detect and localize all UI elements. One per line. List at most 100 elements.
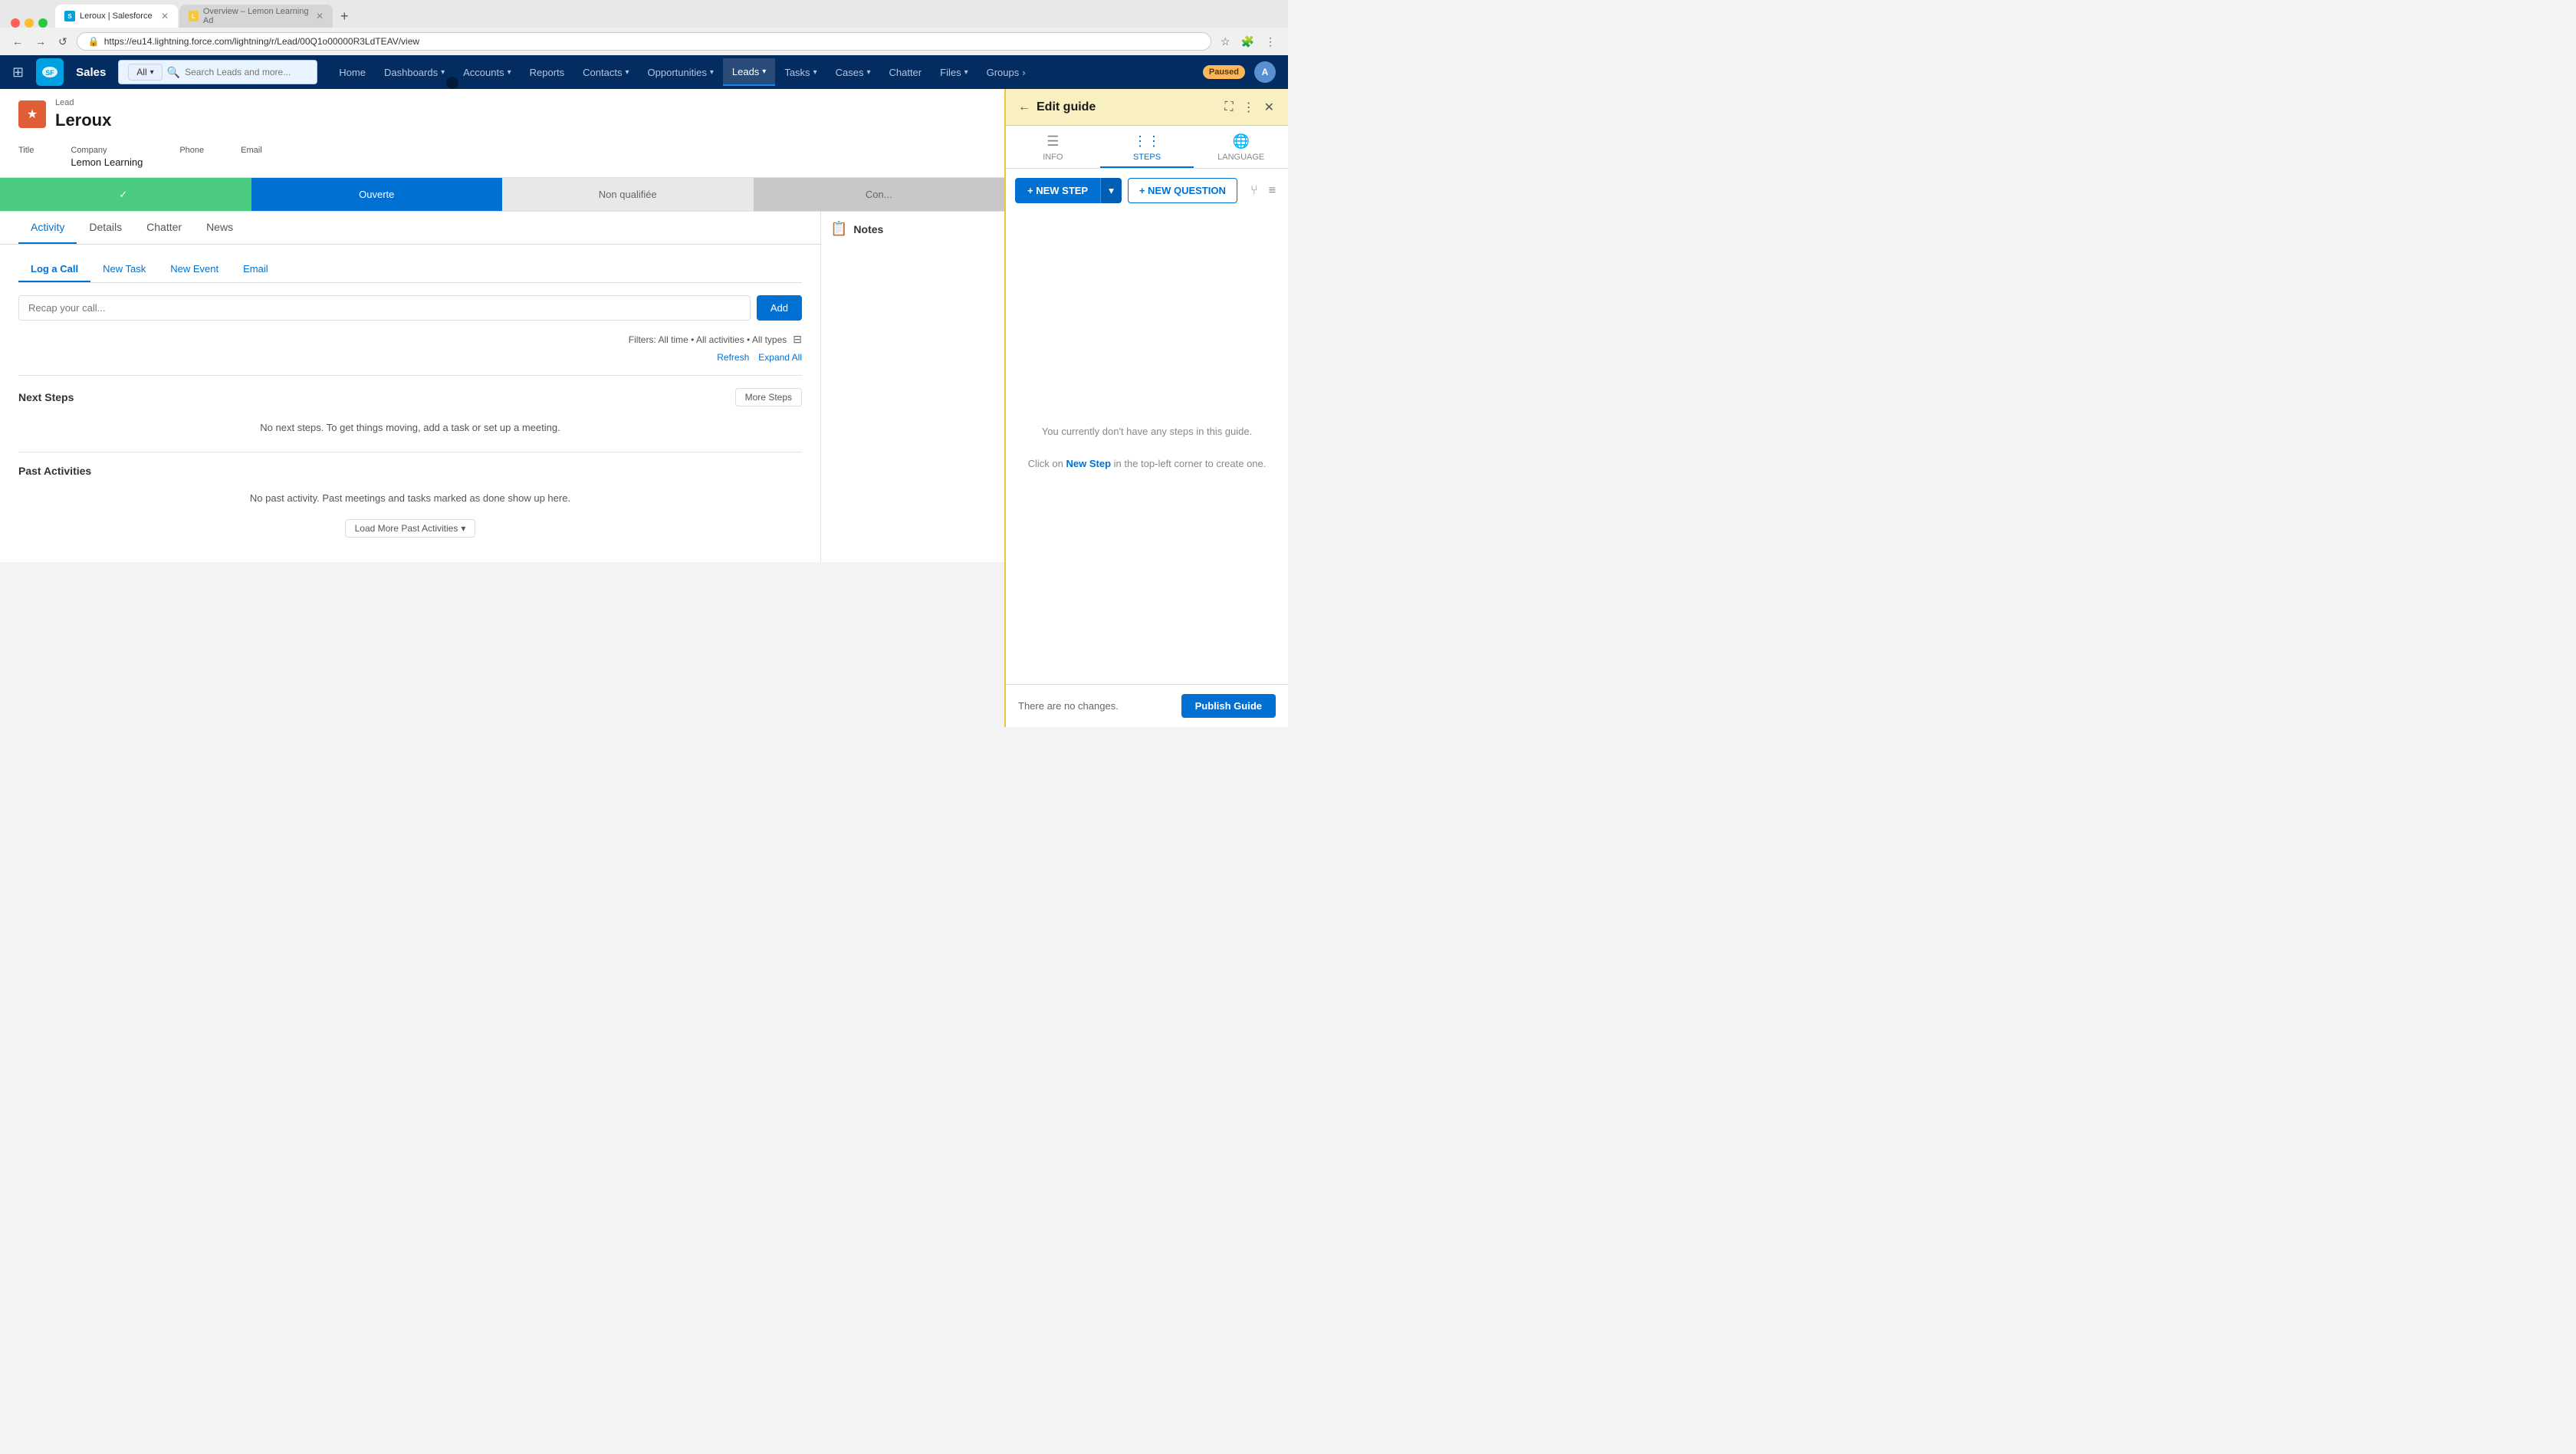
nav-home[interactable]: Home xyxy=(330,58,375,86)
extensions-button[interactable]: 🧩 xyxy=(1238,34,1257,50)
nav-groups[interactable]: Groups › xyxy=(978,58,1035,86)
address-bar[interactable]: 🔒 https://eu14.lightning.force.com/light… xyxy=(77,32,1211,51)
guide-steps-content: You currently don't have any steps in th… xyxy=(1006,212,1288,684)
maximize-window-button[interactable] xyxy=(38,18,48,28)
subtab-new-event[interactable]: New Event xyxy=(158,257,231,282)
nav-tasks[interactable]: Tasks ▾ xyxy=(775,58,826,86)
back-button[interactable]: ← xyxy=(9,34,26,49)
minimize-window-button[interactable] xyxy=(25,18,34,28)
salesforce-logo[interactable]: SF xyxy=(36,58,64,86)
forward-button[interactable]: → xyxy=(32,34,49,49)
info-tab-label: INFO xyxy=(1043,153,1063,162)
edit-guide-tab-info[interactable]: ☰ INFO xyxy=(1006,126,1100,168)
browser-tab-2[interactable]: L Overview – Lemon Learning Ad ✕ xyxy=(179,5,333,28)
add-button[interactable]: Add xyxy=(757,295,802,321)
filter-icon[interactable]: ⊟ xyxy=(793,333,802,346)
nav-dashboards[interactable]: Dashboards ▾ xyxy=(375,58,454,86)
tasks-arrow: ▾ xyxy=(813,68,817,77)
nav-cases[interactable]: Cases ▾ xyxy=(826,58,880,86)
user-avatar[interactable]: A xyxy=(1254,61,1276,83)
edit-guide-header-actions: ⛶ ⋮ ✕ xyxy=(1223,98,1276,117)
more-steps-button[interactable]: More Steps xyxy=(735,388,802,406)
tab-close-button-1[interactable]: ✕ xyxy=(161,11,169,21)
tab-close-button-2[interactable]: ✕ xyxy=(316,11,324,21)
edit-guide-tab-language[interactable]: 🌐 LANGUAGE xyxy=(1194,126,1288,168)
lead-type-icon: ★ xyxy=(18,100,46,128)
edit-guide-close-button[interactable]: ✕ xyxy=(1263,98,1276,117)
address-bar-url: https://eu14.lightning.force.com/lightni… xyxy=(104,36,1200,47)
bookmark-button[interactable]: ☆ xyxy=(1217,34,1234,50)
subtab-new-task[interactable]: New Task xyxy=(90,257,158,282)
recap-input[interactable] xyxy=(18,295,751,321)
new-tab-button[interactable]: + xyxy=(334,5,355,28)
stage-con[interactable]: Con... xyxy=(754,178,1005,211)
edit-guide-more-button[interactable]: ⋮ xyxy=(1241,98,1257,117)
stage-non-qualifiee[interactable]: Non qualifiée xyxy=(502,178,754,211)
recap-row: Add xyxy=(18,295,802,321)
tab-details[interactable]: Details xyxy=(77,212,134,244)
tab-news[interactable]: News xyxy=(194,212,245,244)
edit-guide-back-button[interactable]: ← xyxy=(1018,100,1030,114)
nav-chatter[interactable]: Chatter xyxy=(879,58,931,86)
nav-files[interactable]: Files ▾ xyxy=(931,58,977,86)
load-more-arrow: ▾ xyxy=(461,523,465,534)
browser-tab-title-1: Leroux | Salesforce xyxy=(80,12,153,21)
nav-reports[interactable]: Reports xyxy=(521,58,574,86)
guide-list-view-button[interactable]: ≡ xyxy=(1266,181,1279,201)
sf-main-area: ★ Lead Leroux Title Company Lemon Learni… xyxy=(0,89,1288,727)
browser-tab-active[interactable]: S Leroux | Salesforce ✕ xyxy=(55,5,178,28)
nav-contacts[interactable]: Contacts ▾ xyxy=(573,58,638,86)
tab-activity[interactable]: Activity xyxy=(18,212,77,244)
nav-more[interactable]: › xyxy=(1022,67,1025,78)
edit-guide-fullscreen-button[interactable]: ⛶ xyxy=(1223,98,1234,117)
guide-tree-view-button[interactable]: ⑂ xyxy=(1247,181,1261,201)
browser-tabs-bar: S Leroux | Salesforce ✕ L Overview – Lem… xyxy=(0,0,1288,28)
next-steps-empty: No next steps. To get things moving, add… xyxy=(18,416,802,439)
search-filter-dropdown[interactable]: All ▾ xyxy=(128,64,162,81)
nav-chatter-label: Chatter xyxy=(889,67,922,78)
files-arrow: ▾ xyxy=(964,68,968,77)
load-more-button[interactable]: Load More Past Activities ▾ xyxy=(345,519,476,538)
publish-guide-button[interactable]: Publish Guide xyxy=(1181,694,1276,718)
next-steps-header: Next Steps More Steps xyxy=(18,388,802,406)
tab-chatter[interactable]: Chatter xyxy=(134,212,194,244)
tab-favicon-lemon: L xyxy=(189,11,199,21)
steps-tab-label: STEPS xyxy=(1133,153,1161,162)
past-activities-section: Past Activities No past activity. Past m… xyxy=(18,452,802,550)
stage-ouverte[interactable]: Ouverte xyxy=(251,178,503,211)
refresh-link[interactable]: Refresh xyxy=(717,352,749,363)
steps-tab-icon: ⋮⋮ xyxy=(1133,133,1161,150)
tab-chatter-label: Chatter xyxy=(146,221,182,233)
nav-accounts[interactable]: Accounts ▾ xyxy=(454,58,521,86)
nav-leads[interactable]: Leads ▾ xyxy=(723,58,775,86)
close-window-button[interactable] xyxy=(11,18,20,28)
new-question-button[interactable]: + NEW QUESTION xyxy=(1128,178,1237,203)
nav-cases-label: Cases xyxy=(836,67,864,78)
lead-field-email-label: Email xyxy=(241,146,262,155)
browser-menu-button[interactable]: ⋮ xyxy=(1262,34,1279,50)
refresh-button[interactable]: ↺ xyxy=(55,34,71,50)
stage-con-label: Con... xyxy=(866,189,892,200)
dashboards-arrow: ▾ xyxy=(441,68,445,77)
opportunities-arrow: ▾ xyxy=(710,68,714,77)
expand-all-link[interactable]: Expand All xyxy=(758,352,802,363)
new-step-dropdown-arrow: ▾ xyxy=(1109,185,1114,196)
lead-fields: Title Company Lemon Learning Phone Email xyxy=(18,140,986,168)
search-bar[interactable]: All ▾ 🔍 xyxy=(118,60,317,84)
edit-guide-tab-steps[interactable]: ⋮⋮ STEPS xyxy=(1100,126,1194,168)
content-layout: Activity Details Chatter News xyxy=(0,212,1004,562)
apps-grid-icon[interactable]: ⊞ xyxy=(12,64,24,81)
nav-opportunities[interactable]: Opportunities ▾ xyxy=(639,58,723,86)
new-step-button[interactable]: + NEW STEP xyxy=(1015,178,1100,203)
load-more-row: Load More Past Activities ▾ xyxy=(18,519,802,538)
subtab-log-call[interactable]: Log a Call xyxy=(18,257,90,282)
new-step-dropdown-button[interactable]: ▾ xyxy=(1100,178,1122,203)
subtab-email[interactable]: Email xyxy=(231,257,281,282)
past-activities-header: Past Activities xyxy=(18,465,802,477)
search-input[interactable] xyxy=(185,67,307,77)
svg-text:SF: SF xyxy=(45,69,54,77)
stage-completed[interactable]: ✓ xyxy=(0,178,251,211)
edit-guide-panel: ← Edit guide ⛶ ⋮ ✕ ☰ INFO ⋮⋮ STEPS xyxy=(1004,89,1288,727)
edit-guide-title: Edit guide xyxy=(1037,100,1217,114)
nav-accounts-label: Accounts xyxy=(463,67,504,78)
